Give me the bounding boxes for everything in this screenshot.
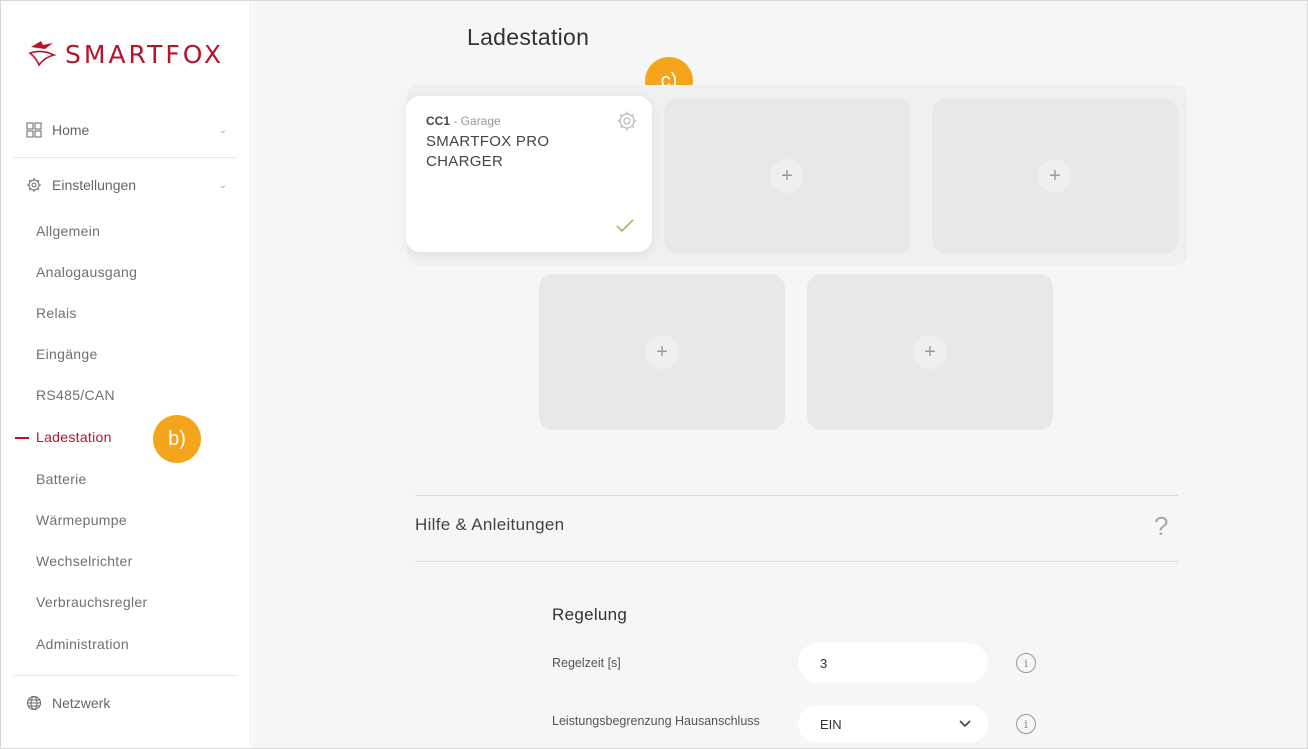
sidebar-item-verbrauchsregler[interactable]: Verbrauchsregler [36, 594, 147, 610]
leistungsbegrenzung-select[interactable]: EIN [798, 705, 988, 743]
smartfox-logo[interactable]: SMARTFOX [27, 37, 224, 71]
section-divider [415, 561, 1178, 562]
chevron-down-icon [958, 716, 972, 733]
add-icon: + [770, 159, 804, 193]
info-icon[interactable]: i [1016, 714, 1036, 734]
charger-card-cc1[interactable]: CC1 - Garage SMARTFOX PRO CHARGER [406, 96, 652, 252]
sidebar-item-home[interactable]: Home ⌄ [25, 121, 237, 139]
sidebar-item-label: Einstellungen [52, 177, 137, 193]
section-divider [415, 495, 1178, 496]
sidebar: SMARTFOX Home ⌄ Einstellungen ⌄ Allgemei… [1, 1, 251, 748]
charger-slot-empty[interactable]: + [664, 98, 910, 254]
add-icon: + [913, 335, 947, 369]
brand-name: SMARTFOX [65, 39, 224, 69]
chevron-down-icon: ⌄ [218, 124, 227, 136]
sidebar-item-analogausgang[interactable]: Analogausgang [36, 264, 137, 280]
add-icon: + [645, 335, 679, 369]
sidebar-item-wechselrichter[interactable]: Wechselrichter [36, 553, 133, 569]
question-icon[interactable]: ? [1154, 511, 1168, 542]
sidebar-item-rs485-can[interactable]: RS485/CAN [36, 387, 115, 403]
globe-icon [25, 694, 43, 712]
sidebar-item-einstellungen[interactable]: Einstellungen ⌄ [25, 176, 237, 194]
smartfox-logo-icon [28, 41, 57, 67]
sidebar-divider [13, 157, 237, 158]
page-title: Ladestation [467, 24, 590, 50]
leistungsbegrenzung-label: Leistungsbegrenzung Hausanschluss [552, 714, 760, 728]
section-title-regelung: Regelung [552, 605, 628, 624]
select-value: EIN [820, 716, 842, 732]
sidebar-item-batterie[interactable]: Batterie [36, 471, 87, 487]
sidebar-item-allgemein[interactable]: Allgemein [36, 223, 100, 239]
main-content: Ladestation c) CC1 - Garage SMARTFOX PRO… [252, 1, 1307, 748]
charger-slot-empty[interactable]: + [932, 98, 1178, 254]
chevron-down-icon: ⌄ [218, 179, 227, 191]
charger-slot-empty[interactable]: + [539, 274, 785, 430]
charger-location: - Garage [450, 114, 501, 128]
annotation-badge-b: b) [153, 415, 201, 463]
sidebar-item-eingaenge[interactable]: Eingänge [36, 346, 98, 362]
sidebar-item-label: Netzwerk [52, 695, 111, 711]
sidebar-item-administration[interactable]: Administration [36, 636, 129, 652]
regelzeit-label: Regelzeit [s] [552, 656, 621, 670]
sidebar-item-ladestation[interactable]: Ladestation [15, 429, 112, 445]
gear-icon [25, 176, 43, 194]
charger-name: SMARTFOX PRO CHARGER [426, 133, 550, 170]
sidebar-item-relais[interactable]: Relais [36, 305, 77, 321]
grid-icon [25, 121, 43, 139]
sidebar-divider [13, 675, 237, 676]
charger-id: CC1 [426, 114, 451, 128]
regelzeit-input[interactable] [798, 643, 988, 683]
charger-slot-empty[interactable]: + [807, 274, 1053, 430]
help-section-toggle[interactable]: Hilfe & Anleitungen [415, 515, 564, 535]
sidebar-item-netzwerk[interactable]: Netzwerk [25, 694, 237, 712]
check-icon [616, 219, 634, 238]
sidebar-item-label: Home [52, 122, 90, 138]
sidebar-item-waermepumpe[interactable]: Wärmepumpe [36, 512, 127, 528]
charger-id-line: CC1 - Garage [426, 114, 501, 128]
gear-icon[interactable] [616, 110, 638, 137]
app-window: SMARTFOX Home ⌄ Einstellungen ⌄ Allgemei… [0, 0, 1308, 749]
info-icon[interactable]: i [1016, 653, 1036, 673]
add-icon: + [1038, 159, 1072, 193]
